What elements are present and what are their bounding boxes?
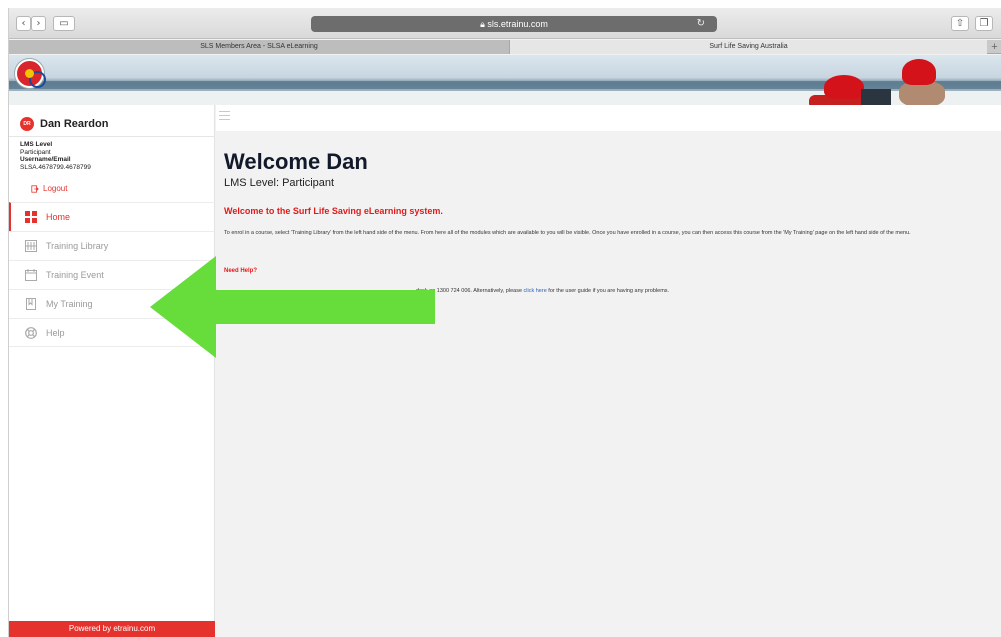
share-icon[interactable]: ⇧ — [951, 16, 969, 31]
user-name: Dan Reardon — [40, 118, 109, 130]
page-title: Welcome Dan — [224, 149, 368, 174]
logout-button[interactable]: Logout — [31, 184, 67, 193]
calendar-icon — [25, 269, 37, 281]
tab-sls-members[interactable]: SLS Members Area - SLSA eLearning — [9, 40, 510, 54]
sidebar-toggle-icon[interactable]: ▭ — [53, 16, 75, 31]
back-button[interactable]: ‹ — [16, 16, 31, 31]
main-header — [216, 105, 1001, 131]
logout-icon — [31, 184, 39, 193]
banner-lifesaver-cap-2 — [902, 59, 936, 85]
sidebar-item-home[interactable]: Home — [9, 202, 215, 231]
help-text: desk on 1300 724 006. Alternatively, ple… — [416, 287, 1001, 295]
library-icon — [25, 240, 37, 252]
avatar: DR — [20, 117, 34, 131]
help-text-after: for the user guide if you are having any… — [546, 288, 670, 294]
logout-label: Logout — [43, 184, 68, 193]
main-content: Welcome Dan LMS Level: Participant Welco… — [216, 105, 1001, 637]
annotation-arrow-icon — [150, 256, 435, 358]
reload-icon[interactable]: ↻ — [697, 16, 705, 32]
browser-window: ‹ › ▭ 🔒︎ sls.etrainu.com ↻ ⇧ ❐ SLS Membe… — [8, 8, 1001, 637]
lms-level-value: Participant — [20, 148, 51, 156]
surf-life-saving-logo[interactable] — [15, 59, 46, 88]
sidebar-item-label: Training Event — [46, 270, 104, 280]
sidebar-item-label: Training Library — [46, 241, 109, 251]
user-info: LMS Level Participant Username/Email SLS… — [20, 141, 91, 171]
lms-level-line: LMS Level: Participant — [224, 177, 335, 189]
powered-by-link[interactable]: Powered by etrainu.com — [9, 621, 215, 637]
sidebar-item-label: Home — [46, 212, 71, 222]
sidebar: DR Dan Reardon LMS Level Participant Use… — [9, 105, 215, 637]
home-grid-icon — [25, 211, 37, 223]
sidebar-item-label: My Training — [46, 299, 93, 309]
logo-ring — [29, 71, 46, 88]
lifebuoy-icon — [25, 326, 37, 339]
divider — [9, 136, 215, 137]
forward-button[interactable]: › — [31, 16, 46, 31]
new-tab-icon[interactable]: + — [987, 40, 1001, 54]
sidebar-item-label: Help — [46, 327, 65, 338]
banner-laptop — [861, 89, 891, 105]
tab-bar: SLS Members Area - SLSA eLearning Surf L… — [9, 40, 1001, 54]
lms-level-label: LMS Level — [20, 141, 53, 148]
browser-toolbar: ‹ › ▭ 🔒︎ sls.etrainu.com ↻ ⇧ ❐ — [9, 8, 1001, 39]
tab-surf-life-saving[interactable]: Surf Life Saving Australia — [510, 40, 987, 54]
tabs-overview-icon[interactable]: ❐ — [975, 16, 993, 31]
username-label: Username/Email — [20, 156, 71, 163]
bookmark-icon — [26, 298, 36, 310]
site-banner — [9, 55, 1001, 105]
intro-text: To enrol in a course, select 'Training L… — [224, 230, 911, 236]
banner-lifesaver-cap — [824, 75, 864, 99]
user-guide-link[interactable]: click here — [524, 288, 547, 294]
lock-icon: 🔒︎ — [480, 19, 485, 29]
user-profile: DR Dan Reardon — [20, 116, 108, 132]
address-bar[interactable]: 🔒︎ sls.etrainu.com ↻ — [311, 16, 717, 32]
address-text: sls.etrainu.com — [487, 19, 548, 29]
username-value: SLSA.4678799.4678799 — [20, 163, 91, 171]
hamburger-menu-icon[interactable] — [219, 111, 230, 121]
intro-heading: Welcome to the Surf Life Saving eLearnin… — [224, 206, 443, 216]
